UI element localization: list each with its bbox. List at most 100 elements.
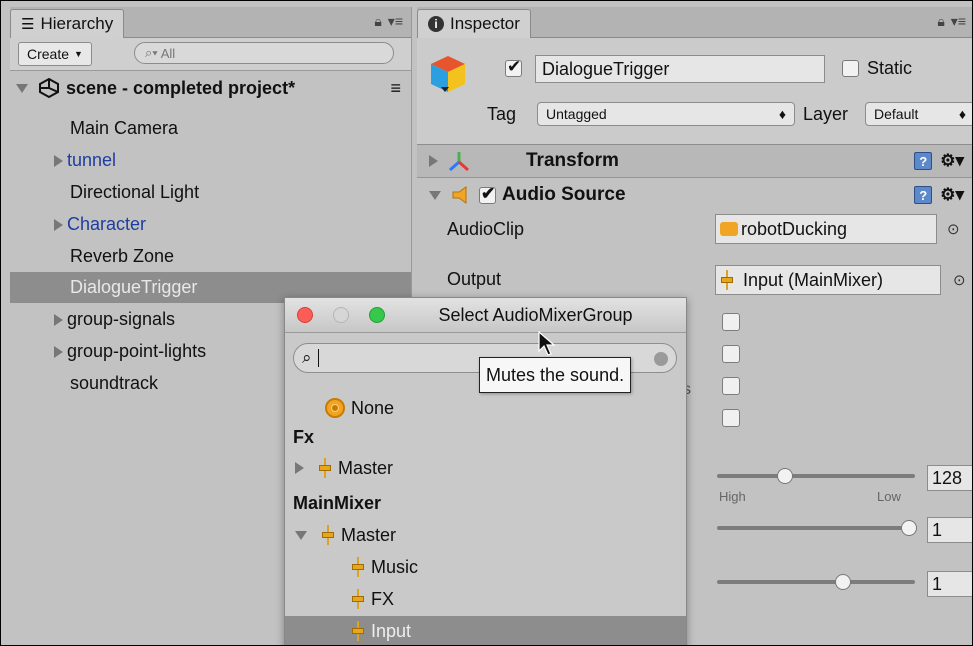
priority-value: 128 [932,467,963,488]
popup-item-input[interactable]: Input [285,616,686,645]
list-item-label: group-point-lights [67,341,207,361]
audioclip-field[interactable]: robotDucking [715,214,937,244]
foldout-arrow-icon[interactable] [429,190,441,200]
pitch-field[interactable]: 1 [927,571,972,597]
expand-arrow-icon[interactable] [295,462,304,474]
list-item-label: soundtrack [70,373,159,393]
priority-field[interactable]: 128 [927,465,972,491]
priority-slider[interactable] [717,474,915,478]
expand-arrow-icon[interactable] [16,83,28,93]
bypass-effects-checkbox[interactable] [722,345,740,363]
popup-item-none[interactable]: None [285,393,686,423]
popup-item-fx[interactable]: FX [285,584,686,614]
create-button-label: Create [27,46,70,62]
pitch-slider[interactable] [717,580,915,584]
tab-inspector[interactable]: i Inspector [417,9,531,38]
output-field[interactable]: Input (MainMixer) [715,265,941,295]
hierarchy-item-tunnel[interactable]: tunnel [10,145,411,176]
collapse-arrow-icon[interactable] [295,530,307,540]
transform-component-header[interactable]: Transform ? ⚙▾ [417,145,972,178]
audioclip-value: robotDucking [741,218,848,239]
updown-arrow-icon: ♦ [958,106,966,122]
audio-source-component-header[interactable]: Audio Source ? ⚙▾ [417,179,972,211]
layer-label: Layer [803,104,849,124]
object-name-field[interactable]: DialogueTrigger [535,55,825,83]
tag-label: Tag [487,104,517,124]
bypass-listener-effects-checkbox[interactable] [722,377,740,395]
chevron-down-icon: ▼ [74,49,83,59]
hierarchy-tabstrip: ☰ Hierarchy 🔒︎ ▾≡ [10,7,411,38]
audioclip-icon [720,222,738,236]
list-item-label: Reverb Zone [70,246,175,266]
audioclip-label: AudioClip [447,219,525,239]
help-icon[interactable]: ? [914,186,933,204]
gameobject-cube-icon[interactable] [429,54,467,94]
gear-icon[interactable]: ⚙▾ [940,185,964,205]
transform-label: Transform [526,150,619,171]
tab-hierarchy[interactable]: ☰ Hierarchy [10,9,125,38]
play-on-awake-checkbox[interactable] [722,409,740,427]
mouse-cursor-icon [538,331,556,356]
audio-source-enabled-checkbox[interactable] [479,184,496,204]
popup-group-fx: Fx [285,422,686,452]
popup-item-fx-master[interactable]: Master [285,453,686,483]
hierarchy-item-reverb-zone[interactable]: Reverb Zone [10,241,411,272]
scene-name: scene - completed project* [66,77,296,98]
expand-arrow-icon[interactable] [54,218,63,231]
hierarchy-item-main-camera[interactable]: Main Camera [10,113,411,144]
info-icon: i [428,16,444,32]
scene-menu-icon[interactable]: ≡ [390,78,401,99]
lock-icon[interactable]: 🔒︎ [937,13,944,30]
panel-menu-icon[interactable]: ▾≡ [951,13,966,30]
popup-item-mainmixer-master[interactable]: Master [285,520,686,550]
search-icon: ⌕ [302,348,312,367]
gear-icon[interactable]: ⚙▾ [940,151,964,171]
group-label: MainMixer [293,492,382,513]
expand-arrow-icon[interactable] [54,345,63,358]
list-item-label: Master [338,457,394,478]
scene-row[interactable]: scene - completed project* ≡ [10,71,411,105]
expand-arrow-icon[interactable] [54,154,63,167]
list-item-label: FX [371,588,395,609]
list-item-label: Character [67,214,147,234]
inspector-tabstrip: i Inspector 🔒︎ ▾≡ [417,7,972,38]
mixer-group-icon [321,525,335,545]
layer-dropdown[interactable]: Default ♦ [865,102,972,126]
hierarchy-item-character[interactable]: Character [10,209,411,240]
object-picker-icon[interactable]: ⊙ [947,220,960,238]
static-toggle[interactable]: Static [842,58,912,79]
popup-item-music[interactable]: Music [285,552,686,582]
static-checkbox[interactable] [842,60,859,77]
help-icon[interactable]: ? [914,152,933,170]
priority-slider-thumb[interactable] [777,468,793,484]
create-button[interactable]: Create ▼ [18,42,92,66]
transform-controls: ? ⚙▾ [914,151,964,171]
object-picker-icon[interactable]: ⊙ [953,271,966,289]
zoom-window-button[interactable] [369,307,385,323]
volume-slider-thumb[interactable] [901,520,917,536]
list-item-label: Master [341,524,397,545]
editor-window: ☰ Hierarchy 🔒︎ ▾≡ Create ▼ ⌕▾ All scene … [0,0,973,646]
hierarchy-search-input[interactable]: ⌕▾ All [134,42,394,64]
hierarchy-tab-controls: 🔒︎ ▾≡ [374,13,403,30]
foldout-arrow-icon[interactable] [429,155,438,167]
layer-value: Default [874,106,919,122]
pitch-slider-thumb[interactable] [835,574,851,590]
volume-value: 1 [932,519,943,540]
panel-menu-icon[interactable]: ▾≡ [388,13,403,30]
tag-dropdown[interactable]: Untagged ♦ [537,102,795,126]
expand-arrow-icon[interactable] [54,313,63,326]
mute-checkbox[interactable] [722,313,740,331]
active-checkbox[interactable] [505,57,522,77]
hierarchy-item-directional-light[interactable]: Directional Light [10,177,411,208]
minimize-window-button[interactable] [333,307,349,323]
inspector-tab-label: Inspector [450,14,520,33]
clear-search-icon[interactable] [654,352,668,366]
volume-field[interactable]: 1 [927,517,972,543]
close-window-button[interactable] [297,307,313,323]
volume-slider[interactable] [717,526,915,530]
none-circle-icon [325,398,345,418]
popup-titlebar: Select AudioMixerGroup [285,298,686,333]
lock-icon[interactable]: 🔒︎ [374,13,381,30]
mixer-group-icon [720,270,734,290]
